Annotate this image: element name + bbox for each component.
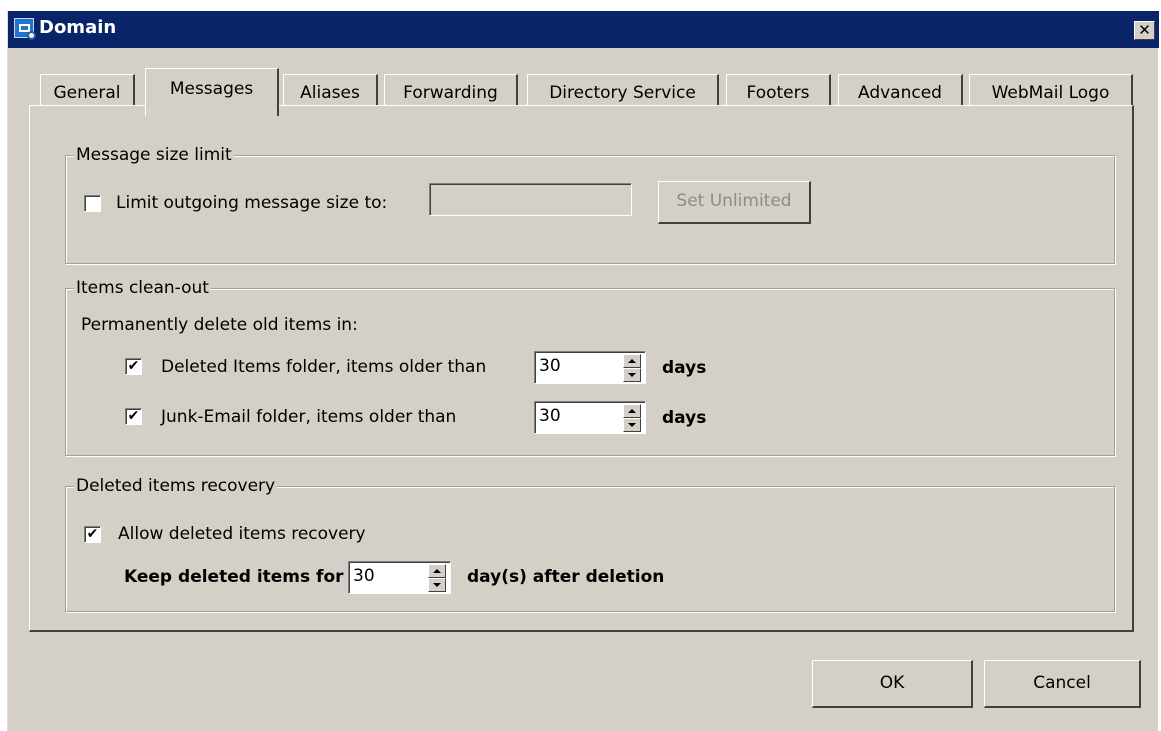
- allow-recovery-checkbox[interactable]: ✔: [84, 526, 101, 543]
- app-icon: [14, 18, 36, 40]
- title-bar: Domain ✕: [8, 11, 1159, 48]
- ok-button[interactable]: OK: [812, 660, 973, 708]
- junk-email-checkbox[interactable]: ✔: [125, 408, 142, 425]
- keep-deleted-label: Keep deleted items for: [124, 567, 344, 587]
- cancel-button[interactable]: Cancel: [984, 660, 1141, 708]
- deleted-items-days-stepper[interactable]: [623, 354, 644, 382]
- limit-size-checkbox[interactable]: [84, 195, 101, 212]
- junk-email-label[interactable]: Junk-Email folder, items older than: [161, 406, 456, 428]
- deleted-items-checkbox[interactable]: ✔: [125, 358, 142, 375]
- messages-tab-panel: Message size limit Limit outgoing messag…: [29, 105, 1134, 632]
- window-title: Domain: [39, 17, 117, 38]
- junk-email-days-unit: days: [662, 408, 707, 428]
- cleanout-intro-label: Permanently delete old items in:: [81, 315, 358, 335]
- deleted-items-recovery-group: Deleted items recovery: [65, 475, 1115, 612]
- tab-messages[interactable]: Messages: [145, 68, 279, 116]
- set-unlimited-button[interactable]: Set Unlimited: [658, 181, 811, 224]
- junk-email-days-stepper[interactable]: [623, 404, 644, 432]
- close-button[interactable]: ✕: [1134, 21, 1155, 40]
- allow-recovery-label[interactable]: Allow deleted items recovery: [118, 523, 366, 545]
- group-legend: Deleted items recovery: [74, 475, 278, 497]
- keep-days-stepper[interactable]: [428, 564, 449, 592]
- group-legend: Items clean-out: [74, 277, 211, 299]
- deleted-items-label[interactable]: Deleted Items folder, items older than: [161, 356, 486, 378]
- limit-size-label[interactable]: Limit outgoing message size to:: [116, 192, 387, 214]
- keep-days-suffix: day(s) after deletion: [467, 567, 665, 587]
- deleted-items-days-unit: days: [662, 358, 707, 378]
- size-limit-input[interactable]: [429, 183, 632, 216]
- group-legend: Message size limit: [74, 144, 234, 166]
